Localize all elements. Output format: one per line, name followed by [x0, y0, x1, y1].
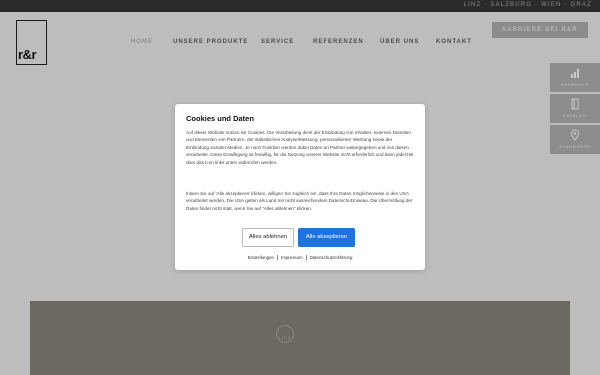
link-divider: [276, 255, 278, 260]
nav-products[interactable]: UNSERE PRODUKTE: [173, 39, 248, 45]
catalog-icon: [571, 98, 579, 110]
logo[interactable]: r&r: [16, 20, 47, 65]
nav-home[interactable]: HOME: [131, 39, 153, 45]
imprint-link[interactable]: Impressum: [281, 255, 303, 260]
cookie-dialog-title: Cookies und Daten: [186, 114, 254, 123]
link-divider: [305, 255, 307, 260]
settings-link[interactable]: Einstellungen: [248, 255, 274, 260]
career-button[interactable]: KARRIERE BEI R&R: [492, 22, 588, 38]
locations-text: LINZ · SALZBURG · WIEN · GRAZ: [463, 2, 592, 8]
location-pin-icon: [570, 129, 580, 141]
top-bar: LINZ · SALZBURG · WIEN · GRAZ: [0, 0, 600, 12]
banner-circle: [276, 325, 294, 343]
location-banner[interactable]: [30, 301, 570, 375]
cookie-dialog: Cookies und Daten Auf dieser Website nut…: [175, 104, 425, 270]
nav-references[interactable]: REFERENZEN: [313, 39, 364, 45]
cookie-dialog-text-2: Indem Sie auf 'Alle akzeptieren' klicken…: [186, 191, 413, 211]
nav-about[interactable]: ÜBER UNS: [380, 39, 419, 45]
side-button-catalog[interactable]: KATALOG: [550, 94, 600, 123]
accept-all-button[interactable]: Alle akzeptieren: [298, 228, 355, 247]
side-button-catalog-label: KATALOG: [563, 113, 587, 118]
decline-all-button[interactable]: Alles ablehnen: [242, 228, 294, 247]
nav-contact[interactable]: KONTAKT: [436, 39, 472, 45]
banner-label: LINZ: [278, 335, 292, 340]
chart-icon: [571, 69, 579, 78]
side-button-offers[interactable]: ANGEBOTE: [550, 63, 600, 92]
side-button-locations[interactable]: STANDORTE: [550, 125, 600, 154]
privacy-policy-link[interactable]: Datenschutzerklärung: [310, 255, 353, 260]
nav-service[interactable]: SERVICE: [261, 39, 294, 45]
side-button-locations-label: STANDORTE: [559, 144, 591, 149]
cookie-dialog-text-1: Auf dieser Website nutzen wir Cookies. D…: [186, 130, 414, 165]
site-header: r&r: [0, 12, 600, 72]
cookie-links: Einstellungen Impressum Datenschutzerkläru…: [175, 255, 425, 260]
side-button-offers-label: ANGEBOTE: [560, 82, 590, 87]
logo-text: r&r: [18, 47, 37, 62]
